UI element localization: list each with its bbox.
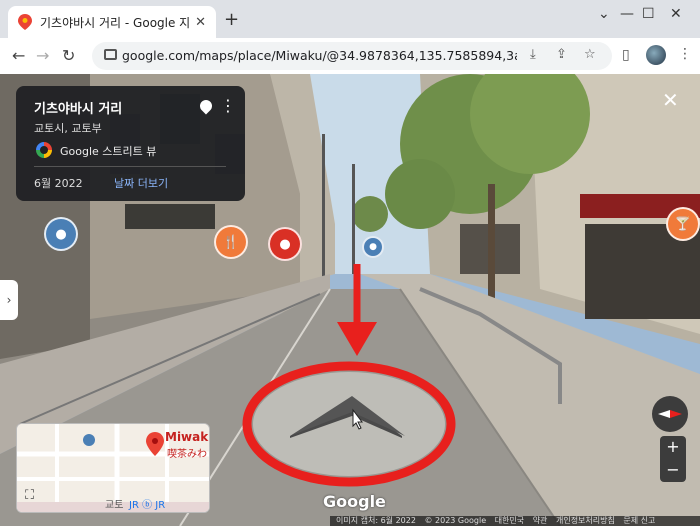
street-view-panorama[interactable]: ● 🍴 ● ● 🍸 기츠야바시 거리 ⋮ 교토시, 교토부 Google 스트리…: [0, 74, 700, 526]
forward-arrow-icon[interactable]: →: [36, 46, 49, 65]
share-icon[interactable]: ⇪: [556, 47, 567, 62]
zoom-out-button[interactable]: −: [660, 459, 686, 482]
footer-report-link[interactable]: 문제 신고: [623, 516, 655, 525]
lock-icon: [104, 49, 117, 60]
attribution-footer: 이미지 캡처: 6월 2022 © 2023 Google 대한민국 약관 개인…: [330, 516, 700, 526]
compass-needle: [658, 410, 682, 418]
google-maps-favicon-icon: [18, 14, 32, 30]
poi-marker-bar-icon[interactable]: 🍸: [666, 207, 700, 241]
google-watermark: Google: [323, 492, 386, 511]
imagery-source: Google 스트리트 뷰: [60, 145, 157, 158]
expand-side-panel-button[interactable]: ›: [0, 280, 18, 320]
street-view-info-card: 기츠야바시 거리 ⋮ 교토시, 교토부 Google 스트리트 뷰 6월 202…: [16, 86, 245, 201]
address-bar[interactable]: google.com/maps/place/Miwaku/@34.9878364…: [92, 42, 612, 70]
footer-copyright: © 2023 Google: [424, 516, 487, 525]
minimap[interactable]: Miwaku 喫茶みわ 교토 JR ⓑ JR ⛶: [16, 423, 210, 513]
tab-title: 기츠야바시 거리 - Google 지도: [40, 15, 190, 30]
menu-dots-icon[interactable]: ⋮: [678, 46, 692, 62]
footer-privacy-link[interactable]: 개인정보처리방침: [556, 516, 615, 525]
back-arrow-icon[interactable]: ←: [12, 46, 25, 65]
capture-date: 6월 2022: [34, 177, 83, 190]
poi-marker-small-icon[interactable]: ●: [362, 236, 384, 258]
window-close-button[interactable]: ✕: [670, 6, 682, 22]
minimap-place-subtitle: 喫茶みわ: [167, 449, 207, 460]
tab-bar: 기츠야바시 거리 - Google 지도 ✕ + ⌄ — ☐ ✕: [0, 0, 700, 38]
browser-toolbar: ← → ↻ google.com/maps/place/Miwaku/@34.9…: [0, 38, 700, 75]
tab-close-icon[interactable]: ✕: [195, 15, 206, 30]
minimap-place-name: Miwaku: [165, 430, 209, 444]
location-pin-icon[interactable]: [197, 97, 215, 115]
place-name: 기츠야바시 거리: [34, 102, 123, 117]
footer-country[interactable]: 대한민국: [495, 516, 524, 525]
minimap-transit-icons: JR ⓑ JR: [129, 500, 166, 511]
footer-capture-date: 이미지 캡처: 6월 2022: [336, 516, 416, 525]
profile-avatar[interactable]: [646, 45, 666, 65]
bookmark-star-icon[interactable]: ☆: [584, 47, 596, 62]
tab-search-icon[interactable]: ⌄: [598, 6, 610, 22]
poi-marker-place-icon[interactable]: ●: [268, 227, 302, 261]
poi-marker-restaurant-icon[interactable]: 🍴: [214, 225, 248, 259]
more-dates-link[interactable]: 날짜 더보기: [114, 175, 168, 191]
zoom-control: + −: [660, 436, 686, 482]
reload-icon[interactable]: ↻: [62, 46, 75, 65]
url-text: google.com/maps/place/Miwaku/@34.9878364…: [122, 48, 517, 63]
footer-terms-link[interactable]: 약관: [533, 516, 548, 525]
zoom-in-button[interactable]: +: [660, 436, 686, 459]
install-icon[interactable]: ⤓: [530, 47, 536, 62]
side-panel-icon[interactable]: ▯: [622, 47, 630, 63]
card-divider: [34, 166, 226, 167]
compass-icon[interactable]: [652, 396, 688, 432]
new-tab-button[interactable]: +: [224, 9, 239, 30]
google-logo-icon: [36, 142, 52, 158]
maximize-button[interactable]: ☐: [642, 6, 655, 22]
expand-map-icon[interactable]: ⛶: [25, 488, 34, 503]
minimize-button[interactable]: —: [620, 6, 634, 22]
browser-tab[interactable]: 기츠야바시 거리 - Google 지도 ✕: [8, 6, 216, 38]
more-options-icon[interactable]: ⋮: [220, 96, 236, 115]
minimap-station-label: 교토: [105, 500, 124, 511]
region-text: 교토시, 교토부: [34, 122, 102, 135]
poi-marker-pin-icon[interactable]: ●: [44, 217, 78, 251]
close-street-view-icon[interactable]: ✕: [662, 88, 679, 112]
